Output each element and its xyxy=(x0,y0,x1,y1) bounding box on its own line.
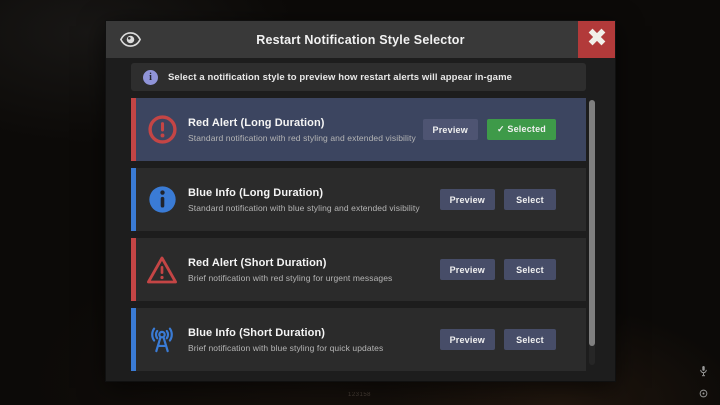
option-description: Standard notification with red styling a… xyxy=(188,132,416,143)
options-list: Red Alert (Long Duration) Standard notif… xyxy=(131,98,586,378)
option-texts: Blue Info (Short Duration) Brief notific… xyxy=(188,327,440,353)
option-buttons: Preview Select xyxy=(439,189,586,210)
option-row-blue-info-long[interactable]: Blue Info (Long Duration) Standard notif… xyxy=(131,168,586,231)
option-description: Standard notification with blue styling … xyxy=(188,202,420,213)
selected-button[interactable]: ✓ Selected xyxy=(486,119,556,140)
info-banner-text: Select a notification style to preview h… xyxy=(168,71,512,83)
dialog-titlebar: Restart Notification Style Selector xyxy=(106,21,615,58)
dialog-title: Restart Notification Style Selector xyxy=(256,32,465,47)
preview-button[interactable]: Preview xyxy=(439,259,495,280)
option-texts: Red Alert (Long Duration) Standard notif… xyxy=(188,117,423,143)
info-banner: i Select a notification style to preview… xyxy=(131,63,586,91)
option-texts: Blue Info (Long Duration) Standard notif… xyxy=(188,187,440,213)
option-title: Blue Info (Long Duration) xyxy=(188,186,324,199)
option-title: Red Alert (Short Duration) xyxy=(188,256,327,269)
scrollbar-track[interactable] xyxy=(589,100,595,365)
info-circle-icon xyxy=(136,184,188,215)
option-row-blue-info-short[interactable]: Blue Info (Short Duration) Brief notific… xyxy=(131,308,586,371)
watermark-text: 123158 xyxy=(348,392,372,398)
hud-icons xyxy=(699,364,708,403)
microphone-icon xyxy=(699,364,708,382)
option-title: Blue Info (Short Duration) xyxy=(188,326,326,339)
option-texts: Red Alert (Short Duration) Brief notific… xyxy=(188,257,440,283)
option-buttons: Preview ✓ Selected xyxy=(422,119,587,140)
option-title: Red Alert (Long Duration) xyxy=(188,116,325,129)
broadcast-antenna-icon xyxy=(136,324,188,355)
select-button[interactable]: Select xyxy=(504,189,556,210)
option-buttons: Preview Select xyxy=(439,329,586,350)
option-row-red-alert-short[interactable]: Red Alert (Short Duration) Brief notific… xyxy=(131,238,586,301)
option-buttons: Preview Select xyxy=(439,259,586,280)
close-icon xyxy=(586,26,608,53)
info-circle-icon: i xyxy=(143,69,158,85)
alert-circle-icon xyxy=(136,114,188,145)
close-button[interactable] xyxy=(578,21,615,58)
restart-style-dialog: Restart Notification Style Selector i Se… xyxy=(105,20,616,382)
option-row-red-alert-long[interactable]: Red Alert (Long Duration) Standard notif… xyxy=(131,98,586,161)
option-description: Brief notification with red styling for … xyxy=(188,272,393,283)
option-description: Brief notification with blue styling for… xyxy=(188,342,384,353)
select-button[interactable]: Select xyxy=(504,329,556,350)
preview-button[interactable]: Preview xyxy=(439,329,495,350)
scrollbar-thumb[interactable] xyxy=(589,100,595,346)
target-dot-icon xyxy=(699,385,708,403)
preview-button[interactable]: Preview xyxy=(422,119,478,140)
preview-button[interactable]: Preview xyxy=(439,189,495,210)
select-button[interactable]: Select xyxy=(504,259,556,280)
warning-triangle-icon xyxy=(136,255,188,285)
